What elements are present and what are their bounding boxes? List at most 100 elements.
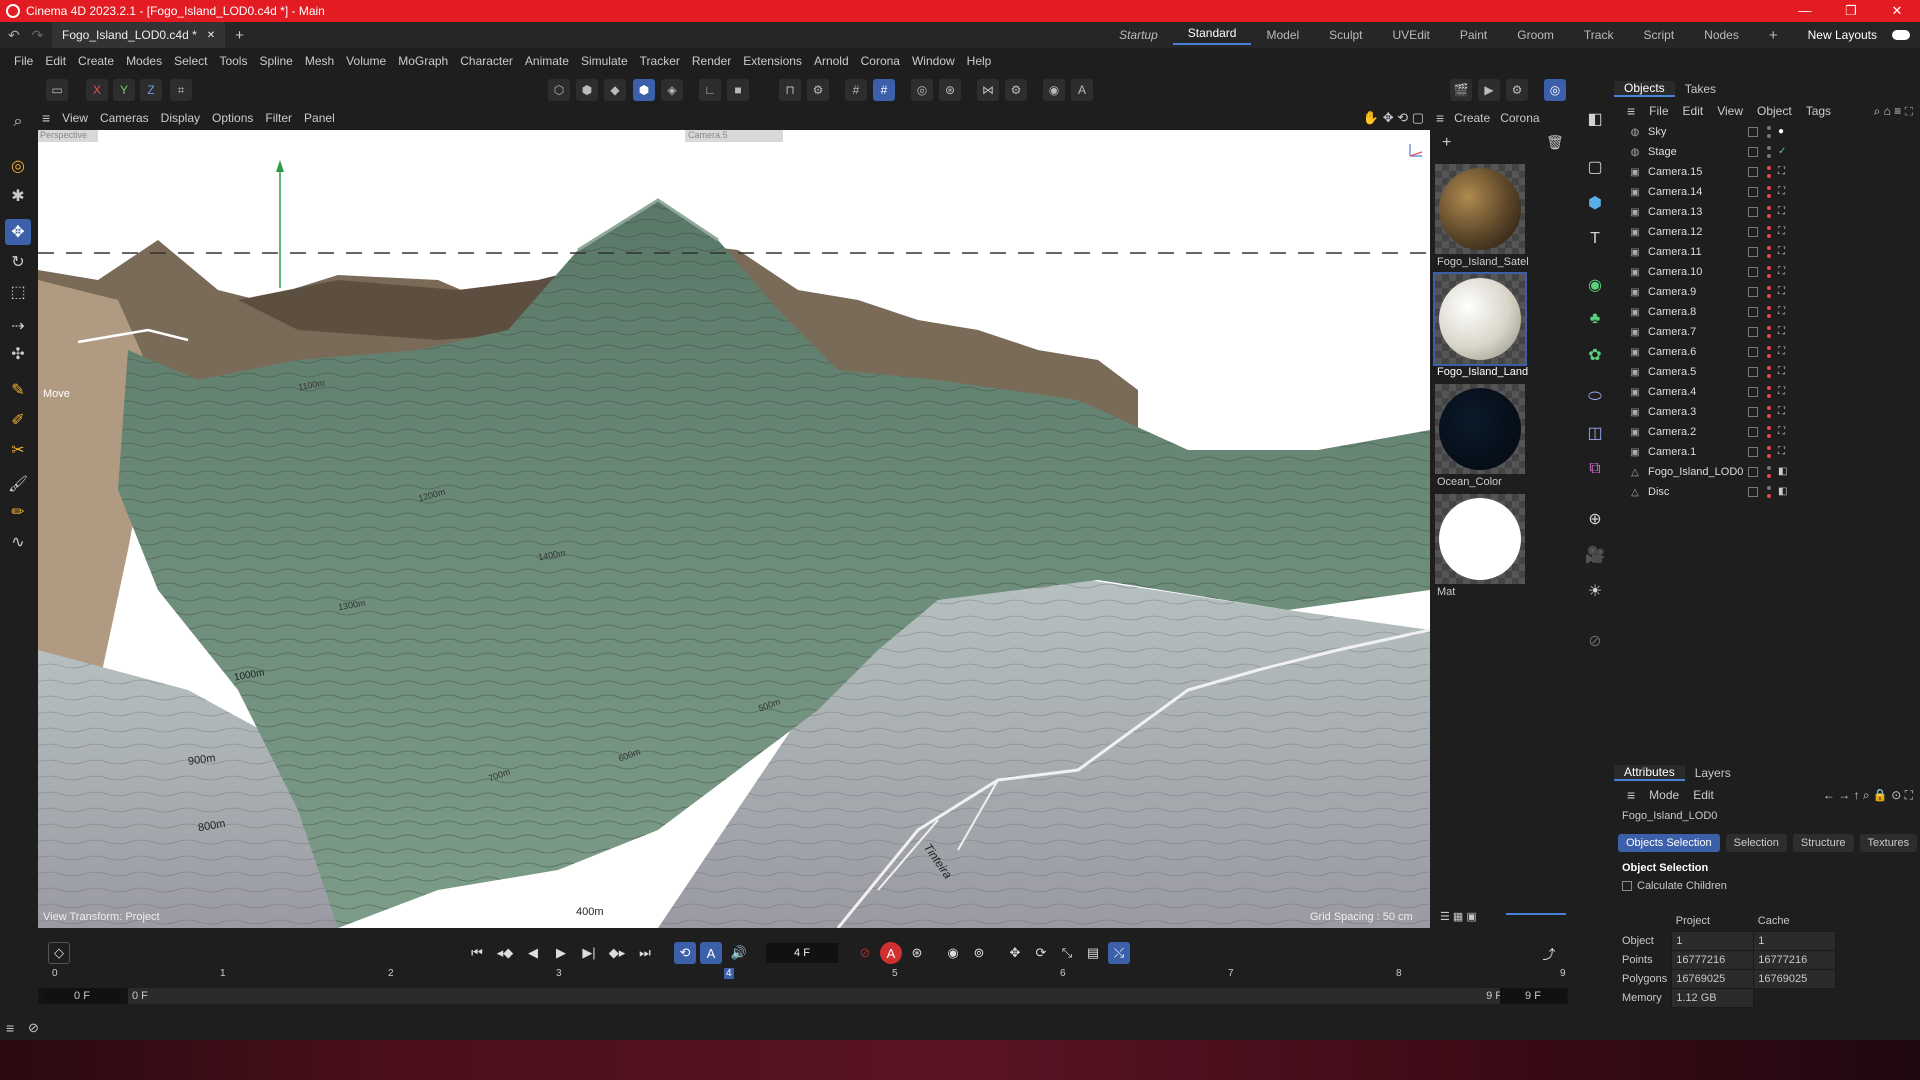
material-menu-corona[interactable]: Corona xyxy=(1496,111,1543,125)
light-icon[interactable]: ☀ xyxy=(1582,578,1608,604)
tab-takes[interactable]: Takes xyxy=(1675,82,1726,96)
camera-select[interactable]: Camera.5 xyxy=(688,130,728,140)
render-visibility-dot[interactable] xyxy=(1767,154,1771,158)
render-visibility-dot[interactable] xyxy=(1767,454,1771,458)
playhead[interactable]: 4 xyxy=(724,968,734,979)
om-toolbar-icons[interactable]: ⌕ ⌂ ≡ ⛶ xyxy=(1867,104,1920,119)
playback-rate-icon[interactable]: A xyxy=(700,942,722,964)
om-menu-file[interactable]: File xyxy=(1642,104,1675,118)
render-visibility-dot[interactable] xyxy=(1767,214,1771,218)
render-view-icon[interactable]: 🎬 xyxy=(1450,79,1472,101)
object-row[interactable]: ▣ Camera.8 ⛶ xyxy=(1614,302,1920,322)
material-swatch[interactable] xyxy=(1435,164,1525,254)
keyframe-selection-icon[interactable]: ⊛ xyxy=(906,942,928,964)
editor-visibility-dot[interactable] xyxy=(1767,246,1771,250)
sound-icon[interactable]: 🔊 xyxy=(728,942,750,964)
render-visibility-dot[interactable] xyxy=(1767,274,1771,278)
menu-edit[interactable]: Edit xyxy=(39,54,72,68)
tab-layers[interactable]: Layers xyxy=(1685,766,1741,780)
layout-groom[interactable]: Groom xyxy=(1502,28,1569,42)
render-visibility-dot[interactable] xyxy=(1767,474,1771,478)
cube-object-icon[interactable]: ▢ xyxy=(1582,154,1608,180)
layer-checkbox[interactable] xyxy=(1748,447,1758,457)
material-tag-icon[interactable]: ● xyxy=(1778,126,1790,138)
solo-icon[interactable]: ■ xyxy=(727,79,749,101)
camera-label[interactable]: Perspective xyxy=(40,130,87,140)
viewport-menu-cameras[interactable]: Cameras xyxy=(94,111,155,125)
subtab-textures[interactable]: Textures xyxy=(1859,834,1918,852)
deformer-icon[interactable]: ⬭ xyxy=(1582,384,1608,410)
subtab-objects-selection[interactable]: Objects Selection xyxy=(1618,834,1720,852)
layout-nodes[interactable]: Nodes xyxy=(1689,28,1754,42)
editor-visibility-dot[interactable] xyxy=(1767,146,1771,150)
render-visibility-dot[interactable] xyxy=(1767,234,1771,238)
select-tool-icon[interactable]: ◎ xyxy=(5,153,31,179)
material-swatch[interactable] xyxy=(1433,272,1527,366)
calc-children-checkbox[interactable] xyxy=(1622,881,1632,891)
mograph-icon[interactable]: ⧉ xyxy=(1582,456,1608,482)
camera-tag-icon[interactable]: ⛶ xyxy=(1778,266,1790,278)
menu-arnold[interactable]: Arnold xyxy=(808,54,855,68)
new-layouts-toggle[interactable] xyxy=(1892,30,1910,40)
editor-visibility-dot[interactable] xyxy=(1767,286,1771,290)
menu-character[interactable]: Character xyxy=(454,54,519,68)
next-key-icon[interactable]: ◆▸ xyxy=(606,942,628,964)
layer-checkbox[interactable] xyxy=(1748,167,1758,177)
layout-model[interactable]: Model xyxy=(1251,28,1314,42)
menu-help[interactable]: Help xyxy=(961,54,998,68)
go-to-start-icon[interactable]: ⏮ xyxy=(466,942,488,964)
edges-mode-icon[interactable]: ⬢ xyxy=(576,79,598,101)
menu-create[interactable]: Create xyxy=(72,54,120,68)
field-icon[interactable]: ◫ xyxy=(1582,420,1608,446)
editor-visibility-dot[interactable] xyxy=(1767,446,1771,450)
menu-file[interactable]: File xyxy=(8,54,39,68)
subtab-structure[interactable]: Structure xyxy=(1792,834,1854,852)
minimize-button[interactable]: — xyxy=(1782,3,1828,19)
start-frame-field[interactable]: 0 F xyxy=(44,988,120,1004)
camera-tag-icon[interactable]: ⛶ xyxy=(1778,446,1790,458)
layer-checkbox[interactable] xyxy=(1748,267,1758,277)
tab-objects[interactable]: Objects xyxy=(1614,81,1675,97)
hamburger-icon[interactable]: ≡ xyxy=(1432,110,1448,126)
param-key-icon[interactable]: ▤ xyxy=(1082,942,1104,964)
layout-sculpt[interactable]: Sculpt xyxy=(1314,28,1377,42)
primitive-icon[interactable]: ⬢ xyxy=(1582,190,1608,216)
layer-checkbox[interactable] xyxy=(1748,247,1758,257)
undo-icon[interactable]: ↶ xyxy=(8,27,20,43)
editor-visibility-dot[interactable] xyxy=(1767,206,1771,210)
material-tag-icon[interactable]: ◧ xyxy=(1778,466,1790,478)
camera-tag-icon[interactable]: ⛶ xyxy=(1778,166,1790,178)
editor-visibility-dot[interactable] xyxy=(1767,486,1771,490)
viewport-nav-icons[interactable]: ✋ ✥ ⟲ ▢ xyxy=(1357,110,1430,126)
editor-visibility-dot[interactable] xyxy=(1767,426,1771,430)
grid-snap-icon[interactable]: # xyxy=(873,79,895,101)
am-menu-edit[interactable]: Edit xyxy=(1686,788,1721,802)
menu-spline[interactable]: Spline xyxy=(253,54,298,68)
check-icon[interactable]: ✓ xyxy=(1778,146,1790,158)
coord-system-icon[interactable]: ⌗ xyxy=(170,79,192,101)
rotation-key-icon[interactable]: ⟳ xyxy=(1030,942,1052,964)
camera-tag-icon[interactable]: ⛶ xyxy=(1778,366,1790,378)
editor-visibility-dot[interactable] xyxy=(1767,366,1771,370)
editor-visibility-dot[interactable] xyxy=(1767,466,1771,470)
material-size-slider[interactable] xyxy=(1506,913,1566,915)
layout-track[interactable]: Track xyxy=(1569,28,1629,42)
edit-mode-icon[interactable]: ▭ xyxy=(46,79,68,101)
om-menu-object[interactable]: Object xyxy=(1750,104,1799,118)
point-key-icon[interactable]: ⤯ xyxy=(1108,942,1130,964)
close-button[interactable]: ✕ xyxy=(1874,3,1920,19)
editor-visibility-dot[interactable] xyxy=(1767,186,1771,190)
layer-checkbox[interactable] xyxy=(1748,367,1758,377)
editor-visibility-dot[interactable] xyxy=(1767,226,1771,230)
status-check-icon[interactable]: ⊘ xyxy=(28,1020,39,1036)
camera-tag-icon[interactable]: ⛶ xyxy=(1778,186,1790,198)
record-icon[interactable]: ⊘ xyxy=(854,942,876,964)
camera-object-icon[interactable]: ◧ xyxy=(1582,106,1608,132)
axis-x-toggle[interactable]: X xyxy=(86,79,108,101)
viewport-menu-display[interactable]: Display xyxy=(155,111,206,125)
delete-material-icon[interactable]: 🗑 xyxy=(1546,134,1564,151)
rotate-tool-icon[interactable]: ↻ xyxy=(5,249,31,275)
layer-checkbox[interactable] xyxy=(1748,307,1758,317)
redo-icon[interactable]: ↷ xyxy=(32,27,44,43)
loop-icon[interactable]: ⟲ xyxy=(674,942,696,964)
